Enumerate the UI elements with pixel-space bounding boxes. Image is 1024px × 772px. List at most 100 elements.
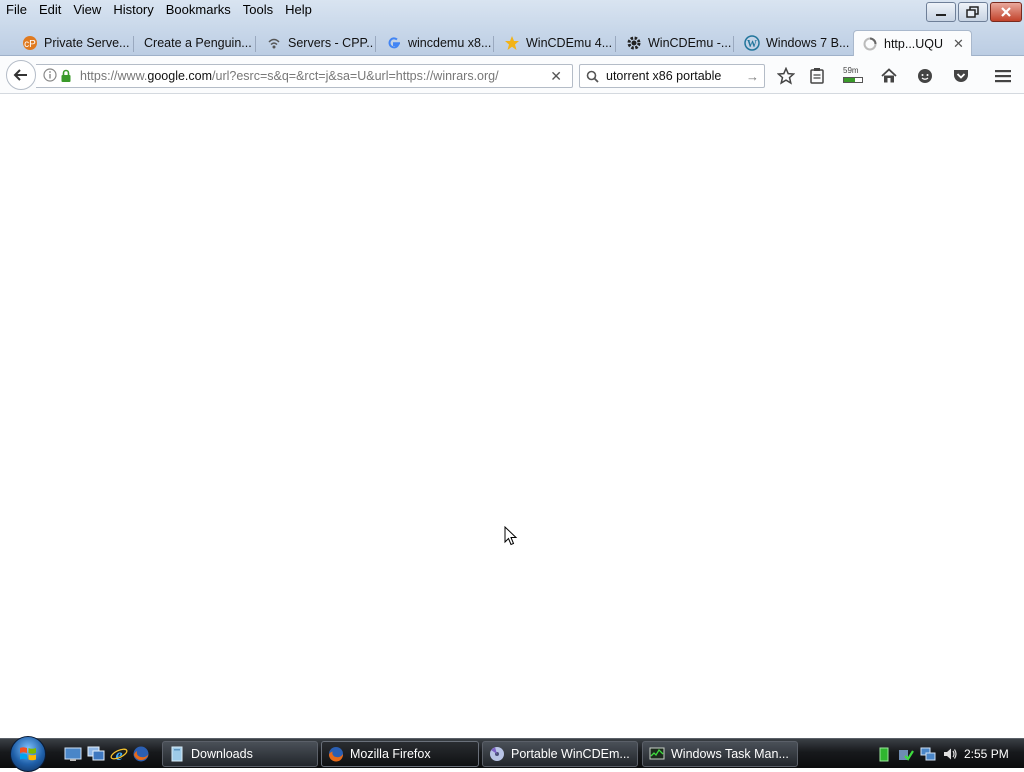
menu-history[interactable]: History [107, 2, 159, 18]
start-button[interactable] [10, 736, 46, 772]
windows-logo-icon [20, 747, 36, 761]
taskbar-task-manager[interactable]: Windows Task Man... [642, 741, 798, 767]
url-text[interactable]: https://www.google.com/url?esrc=s&q=&rct… [80, 69, 520, 83]
search-bar[interactable]: → [579, 64, 765, 88]
downloads-button[interactable]: 59m [840, 66, 866, 86]
tab-separator [493, 36, 494, 52]
taskbar-portable-wincdemu[interactable]: Portable WinCDEm... [482, 741, 638, 767]
loading-icon [862, 36, 878, 52]
switch-windows-icon[interactable] [87, 745, 105, 763]
tab-wincdemu-dash[interactable]: WinCDEmu -... [618, 30, 732, 56]
menu-edit[interactable]: Edit [33, 2, 67, 18]
close-window-button[interactable] [990, 2, 1022, 22]
taskbar-label: Downloads [191, 747, 253, 761]
taskbar: e Downloads Mozilla Firefox Portable Win… [0, 736, 1024, 772]
home-icon [881, 68, 897, 83]
download-progress-bar [843, 77, 863, 83]
tab-label: Create a Penguin... [144, 36, 252, 50]
search-icon [586, 70, 600, 83]
menu-tools[interactable]: Tools [237, 2, 279, 18]
pocket-icon [954, 70, 968, 82]
close-icon [1001, 7, 1011, 17]
star-outline-icon [777, 67, 795, 85]
bookmark-star-button[interactable] [775, 66, 797, 86]
tab-label: WinCDEmu -... [648, 36, 732, 50]
restore-button[interactable] [958, 2, 988, 22]
url-domain: google.com [147, 69, 213, 83]
bookmarks-menu-button[interactable] [806, 66, 828, 86]
menu-bookmarks[interactable]: Bookmarks [160, 2, 237, 18]
hello-button[interactable] [914, 66, 936, 86]
firefox-quicklaunch-icon[interactable] [132, 745, 150, 763]
lock-icon[interactable] [60, 69, 74, 83]
tab-separator [255, 36, 256, 52]
open-menu-button[interactable] [992, 66, 1014, 86]
google-icon [386, 35, 402, 51]
gear-icon [626, 35, 642, 51]
checkmark-shield-icon[interactable] [898, 746, 914, 762]
system-clock[interactable]: 2:55 PM [964, 747, 1009, 761]
page-content[interactable] [0, 95, 1024, 738]
wifi-icon [266, 35, 282, 51]
tab-active-loading[interactable]: http...UQU ✕ [853, 30, 972, 57]
tab-windows-7[interactable]: W Windows 7 B... [736, 30, 852, 56]
star-icon [504, 35, 520, 51]
wordpress-icon: W [744, 35, 760, 51]
download-time-badge: 59m [843, 66, 859, 75]
pocket-button[interactable] [950, 66, 972, 86]
firefox-icon [328, 746, 344, 762]
folder-icon [169, 746, 185, 762]
tab-label: Windows 7 B... [766, 36, 850, 50]
hamburger-menu-icon [995, 70, 1011, 83]
url-path: /url?esrc=s&q=&rct=j&sa=U&url=https://wi… [212, 69, 499, 83]
home-button[interactable] [878, 66, 900, 86]
tab-wincdemu-search[interactable]: wincdemu x8... [378, 30, 492, 56]
taskbar-mozilla-firefox[interactable]: Mozilla Firefox [321, 741, 479, 767]
tab-private-servers[interactable]: cP Private Serve... [14, 30, 132, 56]
menu-view[interactable]: View [67, 2, 107, 18]
network-icon[interactable] [920, 746, 936, 762]
menu-bar: File Edit View History Bookmarks Tools H… [0, 0, 1024, 28]
internet-explorer-icon[interactable]: e [110, 745, 128, 763]
tab-separator [375, 36, 376, 52]
navigation-bar: https://www.google.com/url?esrc=s&q=&rct… [0, 56, 1024, 94]
url-bar[interactable]: https://www.google.com/url?esrc=s&q=&rct… [36, 64, 573, 88]
svg-text:cP: cP [24, 39, 36, 50]
tab-label: wincdemu x8... [408, 36, 492, 50]
back-button[interactable] [6, 60, 36, 90]
tab-servers-cpp[interactable]: Servers - CPP... [258, 30, 374, 56]
mouse-cursor-icon [504, 525, 518, 549]
show-desktop-icon[interactable] [64, 745, 82, 763]
search-go-icon[interactable]: → [746, 69, 759, 84]
svg-text:W: W [747, 39, 757, 50]
tab-close-icon[interactable]: ✕ [953, 36, 964, 52]
tab-label: http...UQU [884, 37, 944, 51]
tab-label: Private Serve... [44, 36, 130, 50]
minimize-icon [936, 14, 946, 16]
menu: File Edit View History Bookmarks Tools H… [0, 2, 318, 18]
taskbar-label: Windows Task Man... [671, 747, 789, 761]
tab-create-penguin[interactable]: Create a Penguin... [136, 30, 254, 56]
taskbar-label: Portable WinCDEm... [511, 747, 630, 761]
task-manager-icon [649, 746, 665, 762]
volume-icon[interactable] [942, 746, 958, 762]
menu-help[interactable]: Help [279, 2, 318, 18]
taskbar-downloads[interactable]: Downloads [162, 741, 318, 767]
tab-label: WinCDEmu 4... [526, 36, 613, 50]
tab-separator [133, 36, 134, 52]
taskbar-label: Mozilla Firefox [350, 747, 431, 761]
tab-label: Servers - CPP... [288, 36, 374, 50]
cpanel-icon: cP [22, 35, 38, 51]
wincdemu-icon [489, 746, 505, 762]
tab-separator [615, 36, 616, 52]
menu-file[interactable]: File [0, 2, 33, 18]
info-icon[interactable] [42, 67, 58, 85]
download-progress-icon: 59m [841, 66, 865, 85]
stop-icon[interactable]: ✕ [550, 68, 562, 85]
minimize-button[interactable] [926, 2, 956, 22]
tab-wincdemu-4[interactable]: WinCDEmu 4... [496, 30, 614, 56]
search-input[interactable] [606, 69, 746, 83]
restore-icon [966, 6, 979, 18]
tab-strip: cP Private Serve... Create a Penguin... … [0, 28, 1024, 75]
green-battery-icon[interactable] [876, 746, 892, 762]
